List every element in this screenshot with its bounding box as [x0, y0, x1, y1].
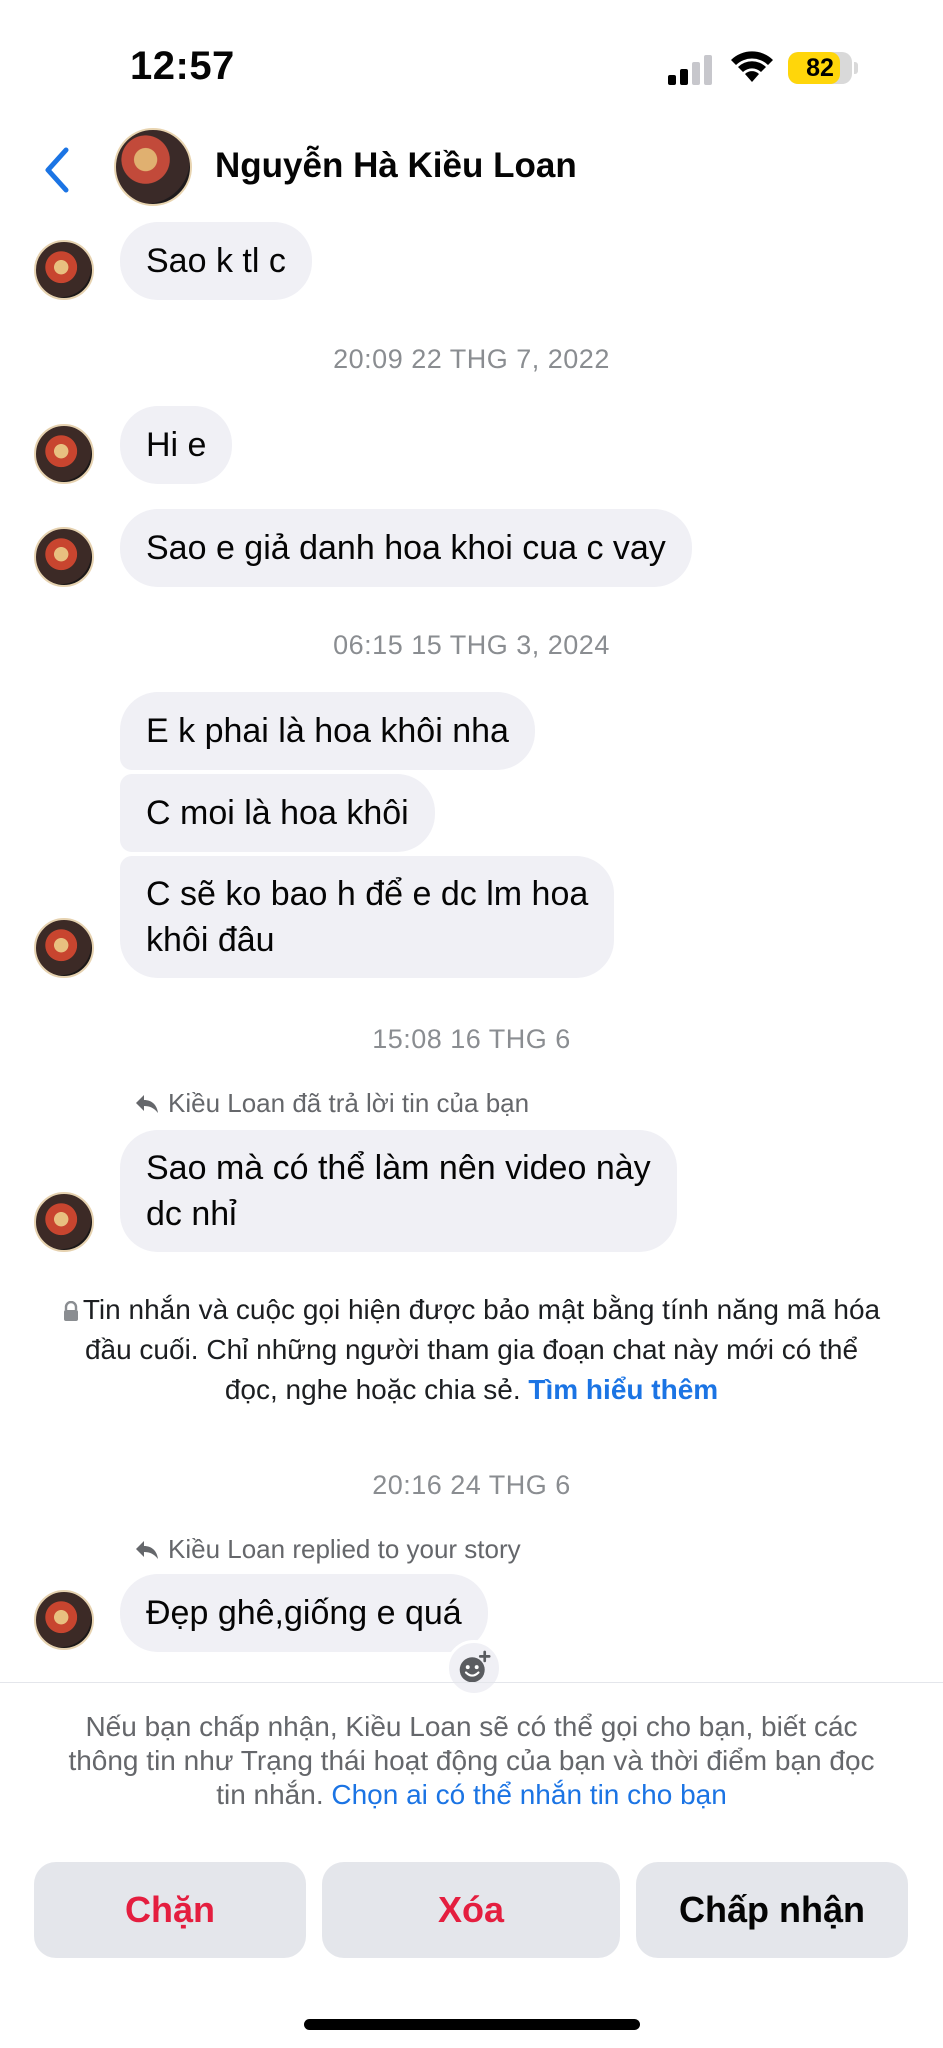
timestamp: 15:08 16 THG 6	[372, 1024, 571, 1054]
reply-note: Kiều Loan replied to your story	[134, 1534, 521, 1565]
message-text-line: dc nhỉ	[146, 1195, 237, 1233]
learn-more-link[interactable]: Tìm hiểu thêm	[528, 1374, 718, 1405]
divider	[0, 1682, 943, 1683]
block-button[interactable]: Chặn	[34, 1862, 306, 1958]
message-text: Sao e giả danh hoa khoi cua c vay	[146, 529, 666, 567]
message-text-line: khôi đâu	[146, 921, 275, 959]
message-bubble[interactable]: C sẽ ko bao h để e dc lm hoa khôi đâu	[120, 856, 615, 978]
avatar[interactable]	[34, 1192, 94, 1252]
message-request-notice: Nếu bạn chấp nhận, Kiều Loan sẽ có thể g…	[40, 1710, 903, 1812]
status-bar: 12:57 82	[0, 0, 943, 130]
reply-note-text: Kiều Loan đã trả lời tin của bạn	[168, 1088, 530, 1118]
wifi-icon	[731, 51, 773, 82]
lock-icon	[63, 1301, 78, 1321]
timestamp: 20:09 22 THG 7, 2022	[333, 344, 610, 374]
message-text: Hi e	[146, 426, 207, 464]
accept-button[interactable]: Chấp nhận	[636, 1862, 908, 1958]
conversation-header: Nguyễn Hà Kiều Loan	[0, 120, 943, 220]
message-bubble[interactable]: E k phai là hoa khôi nha	[120, 692, 535, 770]
encryption-notice-text: đầu cuối. Chỉ những người tham gia đoạn …	[84, 1334, 859, 1365]
message-bubble[interactable]: Sao e giả danh hoa khoi cua c vay	[120, 509, 692, 587]
battery-percent: 82	[806, 54, 834, 82]
message-text-line: C sẽ ko bao h để e dc lm hoa	[146, 875, 589, 913]
contact-name[interactable]: Nguyễn Hà Kiều Loan	[215, 146, 577, 186]
contact-avatar[interactable]	[114, 128, 192, 206]
request-notice-text: thông tin như Trạng thái hoạt động của b…	[68, 1745, 875, 1776]
home-indicator[interactable]	[304, 2019, 640, 2030]
message-bubble[interactable]: Sao mà có thể làm nên video này dc nhỉ	[120, 1130, 677, 1252]
message-text: Đẹp ghê,giống e quá	[146, 1594, 462, 1632]
choose-who-can-message-link[interactable]: Chọn ai có thể nhắn tin cho bạn	[331, 1779, 726, 1810]
avatar[interactable]	[34, 918, 94, 978]
encryption-notice: Tin nhắn và cuộc gọi hiện được bảo mật b…	[30, 1290, 913, 1410]
cellular-signal-icon	[668, 55, 712, 85]
message-text-line: Sao mà có thể làm nên video này	[146, 1149, 651, 1187]
avatar[interactable]	[34, 424, 94, 484]
delete-button[interactable]: Xóa	[322, 1862, 620, 1958]
avatar[interactable]	[34, 240, 94, 300]
request-notice-text: Nếu bạn chấp nhận, Kiều Loan sẽ có thể g…	[85, 1711, 858, 1742]
message-bubble[interactable]: Sao k tl c	[120, 222, 312, 300]
back-chevron-icon[interactable]	[40, 144, 76, 196]
message-text: E k phai là hoa khôi nha	[146, 712, 509, 750]
avatar[interactable]	[34, 527, 94, 587]
status-time: 12:57	[130, 44, 235, 88]
message-bubble[interactable]: Đẹp ghê,giống e quá	[120, 1574, 488, 1652]
add-reaction-icon[interactable]	[446, 1640, 502, 1696]
encryption-notice-text: Tin nhắn và cuộc gọi hiện được bảo mật b…	[82, 1294, 881, 1325]
request-notice-text: tin nhắn.	[216, 1779, 324, 1810]
reply-note-text: Kiều Loan replied to your story	[168, 1534, 521, 1564]
timestamp: 06:15 15 THG 3, 2024	[333, 630, 610, 660]
encryption-notice-text: đọc, nghe hoặc chia sẻ.	[224, 1374, 521, 1405]
message-text: Sao k tl c	[146, 242, 286, 280]
message-bubble[interactable]: C moi là hoa khôi	[120, 774, 435, 852]
message-bubble[interactable]: Hi e	[120, 406, 233, 484]
reply-arrow-icon	[136, 1540, 158, 1559]
reply-note: Kiều Loan đã trả lời tin của bạn	[134, 1088, 529, 1119]
avatar[interactable]	[34, 1590, 94, 1650]
message-text: C moi là hoa khôi	[146, 794, 409, 832]
reply-arrow-icon	[136, 1094, 158, 1113]
timestamp: 20:16 24 THG 6	[372, 1470, 571, 1500]
battery-icon: 82	[788, 52, 858, 84]
